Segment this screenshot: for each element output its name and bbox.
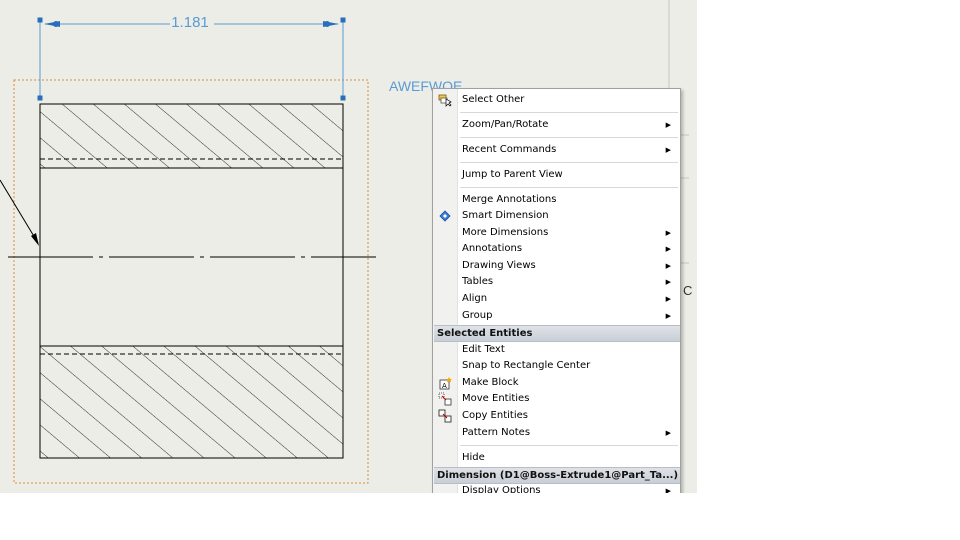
select-other-icon	[438, 94, 452, 107]
grip-handle-bottom-right[interactable]	[340, 95, 346, 101]
menu-item-merge-annotations[interactable]: Merge Annotations	[433, 192, 680, 208]
move-entities-icon	[438, 392, 452, 406]
menu-item-align[interactable]: Align ▶	[433, 291, 680, 307]
menu-item-group[interactable]: Group ▶	[433, 308, 680, 324]
menu-item-label: Copy Entities	[462, 410, 528, 421]
menu-item-label: Display Options	[462, 485, 541, 493]
menu-item-label: Zoom/Pan/Rotate	[462, 119, 549, 130]
grip-handle-top-right[interactable]	[340, 17, 346, 23]
menu-item-label: Hide	[462, 452, 485, 463]
grip-handle-bottom-left[interactable]	[37, 95, 43, 101]
menu-item-tables[interactable]: Tables ▶	[433, 274, 680, 290]
menu-item-annotations[interactable]: Annotations ▶	[433, 241, 680, 257]
menu-item-hide[interactable]: Hide	[433, 450, 680, 466]
side-label: C	[683, 283, 693, 298]
menu-item-smart-dimension[interactable]: Smart Dimension	[433, 208, 680, 224]
arrow-handle-left[interactable]	[53, 21, 59, 27]
section-view[interactable]	[39, 103, 344, 459]
menu-item-label: Jump to Parent View	[462, 169, 563, 180]
menu-item-label: Align	[462, 293, 488, 304]
menu-item-label: Annotations	[462, 243, 523, 254]
menu-item-drawing-views[interactable]: Drawing Views ▶	[433, 258, 680, 274]
menu-item-zoom-pan-rotate[interactable]: Zoom/Pan/Rotate ▶	[433, 117, 680, 133]
submenu-arrow-icon: ▶	[665, 487, 671, 493]
menu-item-label: Group	[462, 310, 493, 321]
menu-item-label: Recent Commands	[462, 144, 557, 155]
menu-item-pattern-notes[interactable]: Pattern Notes ▶	[433, 425, 680, 441]
menu-item-label: Make Block	[462, 377, 519, 388]
menu-item-snap-to-rectangle-center[interactable]: Snap to Rectangle Center	[433, 358, 680, 374]
submenu-arrow-icon: ▶	[665, 262, 671, 270]
menu-separator	[460, 162, 678, 163]
submenu-arrow-icon: ▶	[665, 121, 671, 129]
submenu-arrow-icon: ▶	[665, 278, 671, 286]
leader-arrowhead	[31, 233, 39, 246]
menu-separator	[460, 112, 678, 113]
menu-item-label: Merge Annotations	[462, 194, 557, 205]
menu-item-recent-commands[interactable]: Recent Commands ▶	[433, 142, 680, 158]
menu-item-select-other[interactable]: Select Other	[433, 92, 680, 108]
submenu-arrow-icon: ▶	[665, 429, 671, 437]
submenu-arrow-icon: ▶	[665, 295, 671, 303]
menu-item-move-entities[interactable]: Move Entities	[433, 391, 680, 407]
submenu-arrow-icon: ▶	[665, 229, 671, 237]
drawing-canvas[interactable]: 1.181 AWEFWOE C Select Other Zoom/Pan/Ro…	[0, 0, 697, 493]
copy-entities-icon	[438, 409, 452, 423]
menu-item-label: Drawing Views	[462, 260, 536, 271]
dimension-value[interactable]: 1.181	[150, 14, 230, 31]
menu-item-label: Tables	[462, 276, 494, 287]
submenu-arrow-icon: ▶	[665, 146, 671, 154]
menu-separator	[460, 445, 678, 446]
menu-item-copy-entities[interactable]: Copy Entities	[433, 408, 680, 424]
menu-item-label: Snap to Rectangle Center	[462, 360, 591, 371]
menu-item-label: More Dimensions	[462, 227, 549, 238]
context-menu: Select Other Zoom/Pan/Rotate ▶ Recent Co…	[432, 88, 681, 493]
menu-item-display-options[interactable]: Display Options ▶	[433, 483, 680, 493]
menu-item-label: Select Other	[462, 94, 525, 105]
submenu-arrow-icon: ▶	[665, 245, 671, 253]
menu-separator	[460, 187, 678, 188]
submenu-arrow-icon: ▶	[665, 312, 671, 320]
section-header-selected-entities: Selected Entities	[434, 325, 680, 342]
menu-item-edit-text[interactable]: Edit Text	[433, 342, 680, 358]
smart-dimension-icon	[439, 210, 451, 222]
svg-text:A: A	[442, 382, 447, 390]
arrow-handle-right[interactable]	[324, 21, 330, 27]
menu-item-jump-to-parent-view[interactable]: Jump to Parent View	[433, 167, 680, 183]
menu-item-make-block[interactable]: A Make Block	[433, 375, 680, 391]
menu-item-label: Edit Text	[462, 344, 505, 355]
leader-line[interactable]	[0, 179, 39, 244]
menu-item-label: Pattern Notes	[462, 427, 531, 438]
make-block-icon: A	[439, 377, 452, 390]
menu-item-label: Move Entities	[462, 393, 530, 404]
menu-item-label: Smart Dimension	[462, 210, 549, 221]
menu-separator	[460, 137, 678, 138]
menu-item-more-dimensions[interactable]: More Dimensions ▶	[433, 225, 680, 241]
section-header-dimension: Dimension (D1@Boss-Extrude1@Part_Ta...)	[434, 467, 680, 484]
grip-handle-top-left[interactable]	[37, 17, 43, 23]
